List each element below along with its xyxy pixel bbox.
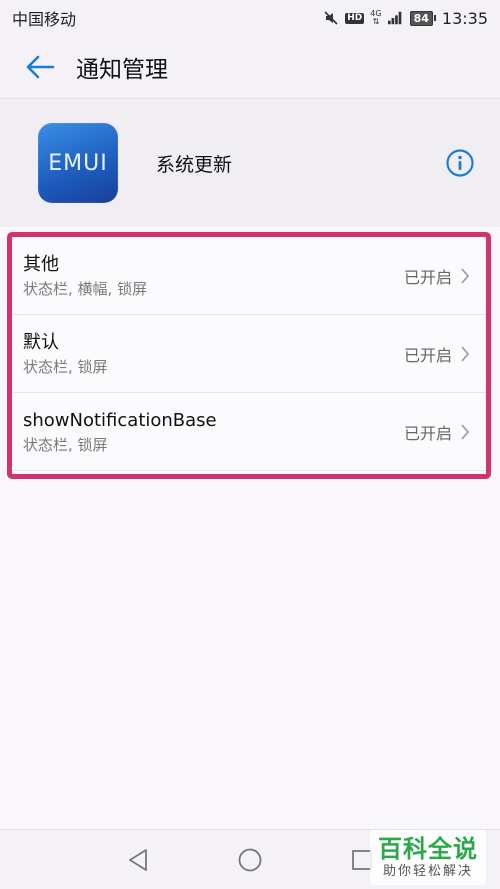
item-status: 已开启 [403,267,452,287]
triangle-back-icon [129,849,147,871]
network-type-icon: 4G ⇅ [370,9,382,26]
app-name: 系统更新 [156,153,233,176]
list-item-other[interactable]: 其他 状态栏, 横幅, 锁屏 已开启 [12,237,486,315]
status-bar: 中国移动 HD 4G ⇅ 84 13:35 [0,0,500,36]
info-icon [446,149,474,177]
battery-icon: 84 [409,10,436,26]
list-item-default[interactable]: 默认 状态栏, 锁屏 已开启 [12,315,486,393]
app-icon-label: EMUI [48,150,108,176]
app-info-button[interactable] [444,147,476,179]
status-icons: HD 4G ⇅ 84 13:35 [323,9,488,28]
app-info-section: EMUI 系统更新 [0,99,500,227]
watermark-logo: 百科全说 助你轻松解决 [370,830,486,885]
item-subtitle: 状态栏, 横幅, 锁屏 [23,279,148,298]
battery-level: 84 [409,10,433,26]
app-icon: EMUI [38,123,118,203]
item-title: 默认 [23,331,59,353]
circle-home-icon [238,848,262,872]
item-title: showNotificationBase [23,409,217,431]
mute-icon [323,10,339,26]
page-title: 通知管理 [76,57,168,83]
chevron-right-icon [460,423,472,441]
app-bar: 通知管理 [0,36,500,99]
arrow-left-icon [26,55,55,79]
chevron-right-icon [460,345,472,363]
back-button[interactable] [16,43,64,91]
nav-back-button[interactable] [124,846,152,874]
carrier-label: 中国移动 [12,10,77,29]
list-item-shownotificationbase[interactable]: showNotificationBase 状态栏, 锁屏 已开启 [12,393,486,471]
clock: 13:35 [441,8,488,28]
item-title: 其他 [23,253,59,275]
item-status: 已开启 [403,423,452,443]
chevron-right-icon [460,267,472,285]
item-subtitle: 状态栏, 锁屏 [23,357,108,376]
notification-category-list: 其他 状态栏, 横幅, 锁屏 已开启 默认 状态栏, 锁屏 已开启 showNo… [7,232,491,479]
watermark-title: 百科全说 [378,834,478,863]
item-status: 已开启 [403,345,452,365]
signal-icon [387,10,404,26]
watermark-subtitle: 助你轻松解决 [382,863,473,879]
item-subtitle: 状态栏, 锁屏 [23,435,108,454]
nav-home-button[interactable] [236,846,264,874]
hd-icon: HD [345,12,365,24]
